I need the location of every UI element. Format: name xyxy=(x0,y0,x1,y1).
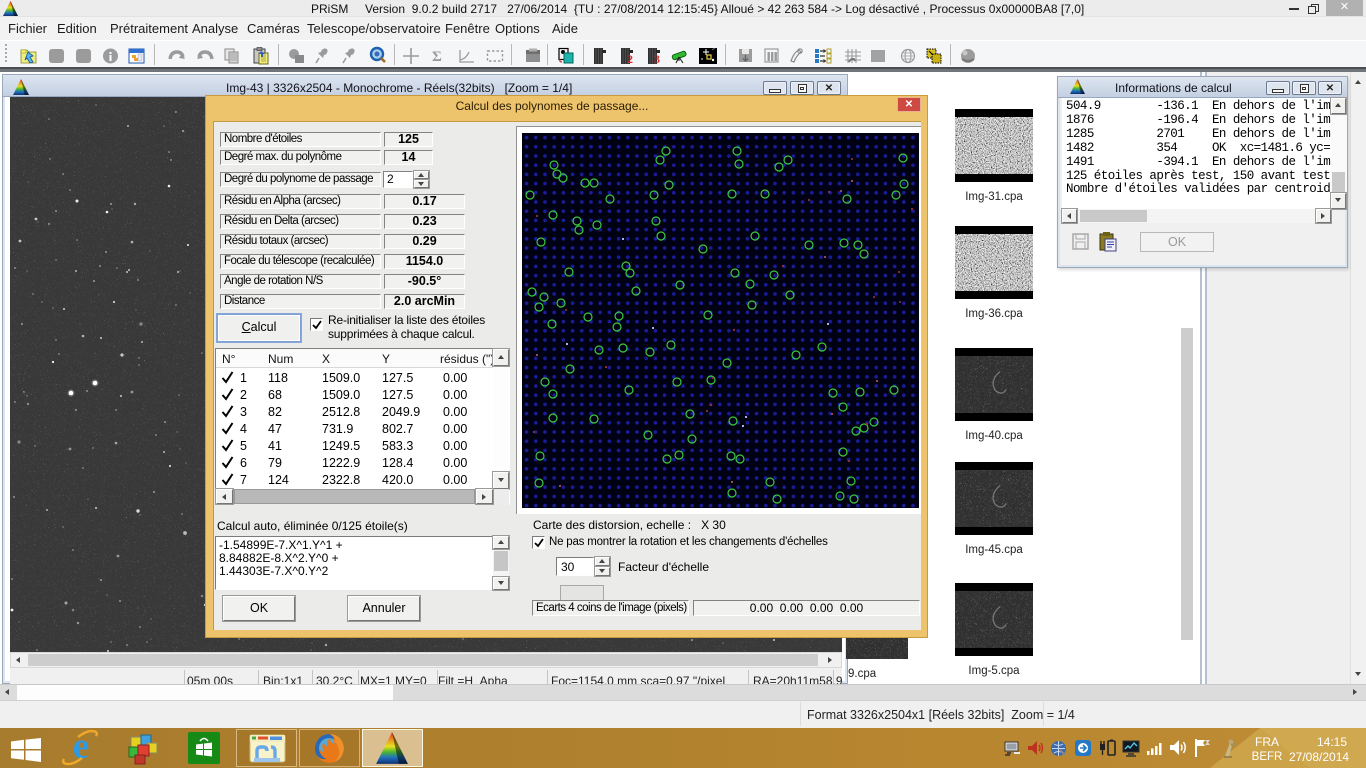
svg-text:Σ: Σ xyxy=(432,49,442,65)
svg-text:3: 3 xyxy=(654,52,660,66)
svg-text:2: 2 xyxy=(627,52,633,66)
